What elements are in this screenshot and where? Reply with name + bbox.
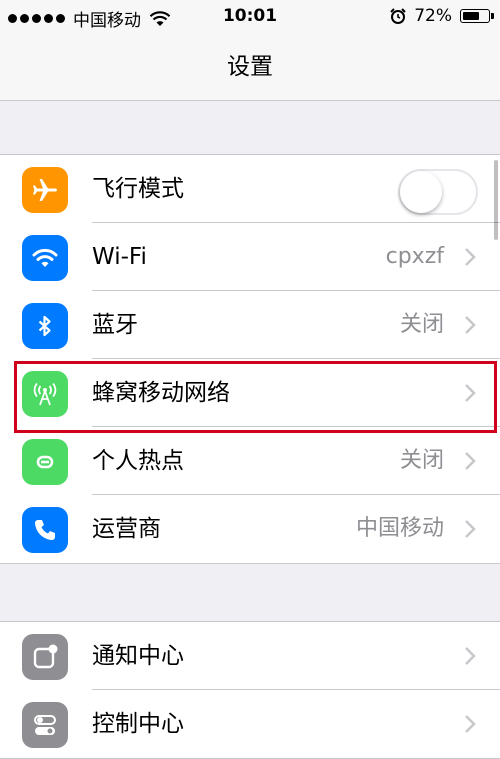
phone-icon [22,507,68,553]
settings-row-value: 关闭 [399,448,444,473]
settings-row-label: Wi-Fi [92,244,147,270]
control-center-icon [22,702,68,748]
chevron-right-icon [465,715,476,733]
settings-group-connectivity: 飞行模式 Wi-Fi cpxzf 蓝牙 关闭 蜂窝移动网络 个人热点 关闭 运营… [0,154,500,564]
chevron-right-icon [465,384,476,402]
settings-row-control-center[interactable]: 控制中心 [0,690,500,758]
wifi-icon [22,235,68,281]
settings-row-personal-hotspot[interactable]: 个人热点 关闭 [0,427,500,495]
settings-row-label: 运营商 [92,516,161,542]
status-right: 72% [390,6,494,26]
chevron-right-icon [465,647,476,665]
alarm-icon [390,8,406,24]
bluetooth-icon [22,303,68,349]
settings-row-carrier[interactable]: 运营商 中国移动 [0,495,500,563]
page-title: 设置 [227,54,273,80]
airplane-icon [22,167,68,213]
status-bar: 中国移动 10:01 72% [0,0,500,34]
settings-row-label: 飞行模式 [92,176,184,202]
settings-row-label: 个人热点 [92,448,184,474]
settings-row-cellular[interactable]: 蜂窝移动网络 [0,359,500,427]
hotspot-icon [22,439,68,485]
settings-row-airplane-mode: 飞行模式 [0,155,500,223]
settings-row-label: 蓝牙 [92,312,138,338]
settings-row-value: 中国移动 [355,516,444,541]
settings-row-label: 蜂窝移动网络 [92,380,230,406]
notification-center-icon [22,634,68,680]
cellular-antenna-icon [22,371,68,417]
scroll-indicator [494,160,498,240]
battery-percent: 72% [414,6,452,26]
battery-icon [460,9,494,23]
settings-group-system: 通知中心 控制中心 [0,621,500,759]
chevron-right-icon [465,452,476,470]
settings-row-value: 关闭 [399,312,444,337]
settings-row-bluetooth[interactable]: 蓝牙 关闭 [0,291,500,359]
settings-row-label: 通知中心 [92,643,184,669]
chevron-right-icon [465,316,476,334]
nav-bar: 设置 [0,34,500,101]
chevron-right-icon [465,520,476,538]
chevron-right-icon [465,248,476,266]
settings-row-notification-center[interactable]: 通知中心 [0,622,500,690]
toggle-knob [400,171,442,213]
settings-row-value: cpxzf [385,244,444,269]
settings-row-label: 控制中心 [92,711,184,737]
airplane-mode-toggle[interactable] [398,169,478,215]
settings-row-wifi[interactable]: Wi-Fi cpxzf [0,223,500,291]
